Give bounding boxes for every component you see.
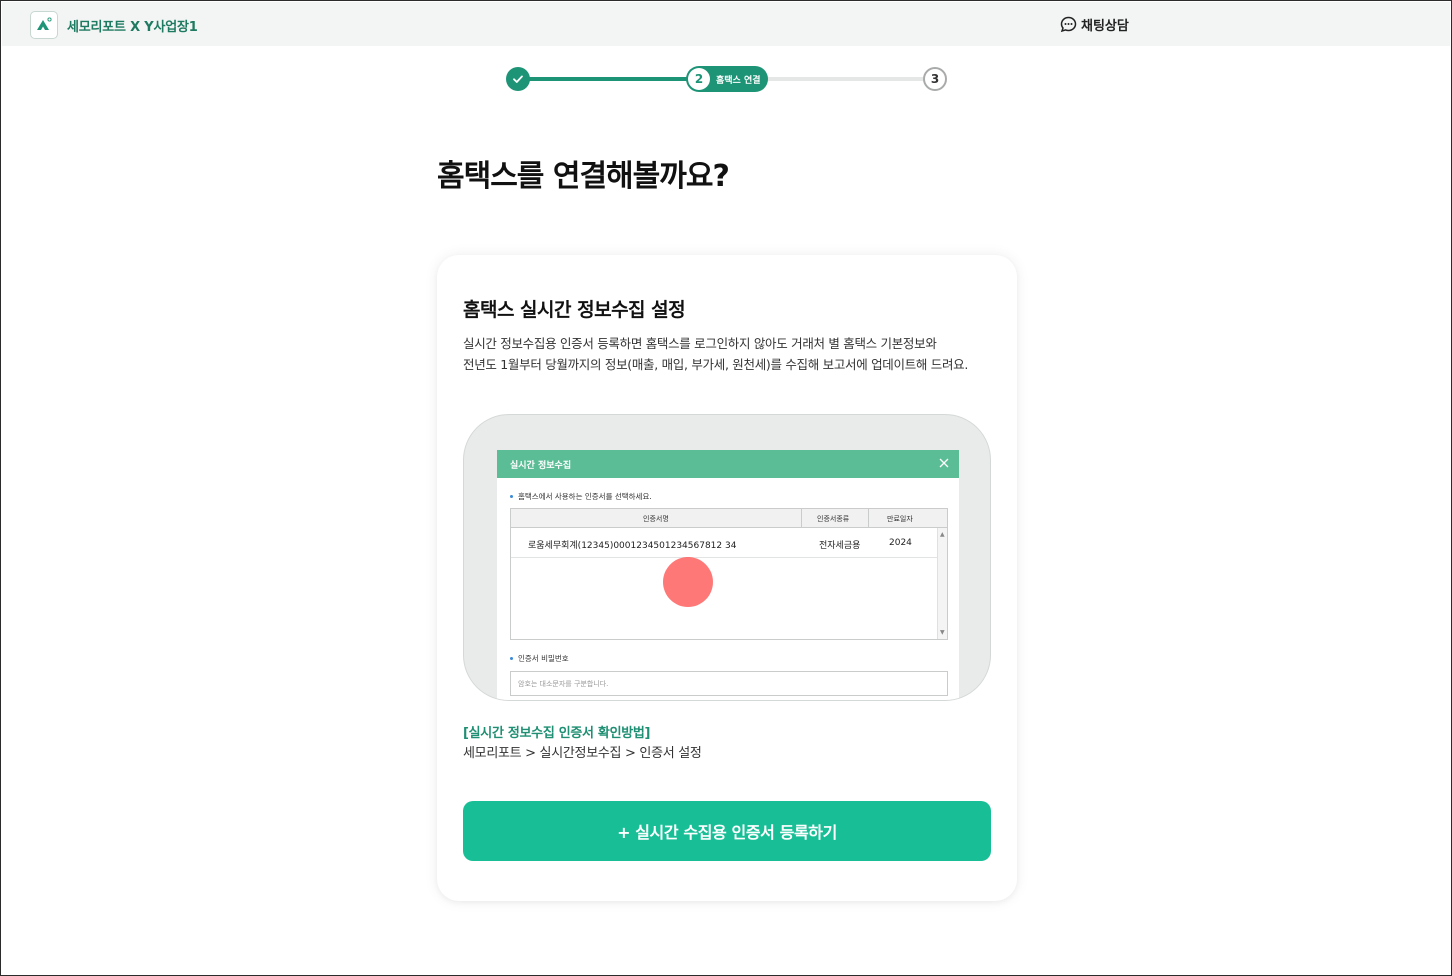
preview-dialog-title: 실시간 정보수집 — [510, 460, 572, 471]
step-1-completed — [506, 67, 530, 91]
hometax-setup-card: 홈택스 실시간 정보수집 설정 실시간 정보수집용 인증서 등록하면 홈택스를 … — [437, 255, 1017, 901]
step-2-active: 2 홈택스 연결 — [686, 66, 768, 92]
description-line-1: 실시간 정보수집용 인증서 등록하면 홈택스를 로그인하지 않아도 거래처 별 … — [463, 336, 937, 351]
brand-name: 세모리포트 X Y사업장1 — [67, 19, 198, 35]
preview-certificate-table: 인증서명 인증서종류 만료일자 로움세무회계(12345)00012345012… — [510, 508, 948, 640]
bullet-dot-icon — [510, 495, 513, 498]
description-line-2: 전년도 1월부터 당월까지의 정보(매출, 매입, 부가세, 원천세)를 수집해… — [463, 357, 969, 372]
brand[interactable]: 세모리포트 X Y사업장1 — [30, 11, 198, 39]
preview-select-label-text: 홈택스에서 사용하는 인증서를 선택하세요. — [518, 492, 652, 501]
bullet-dot-icon — [510, 657, 513, 660]
page-title: 홈택스를 연결해볼까요? — [437, 159, 730, 194]
scroll-up-icon: ▲ — [940, 531, 945, 538]
column-divider — [868, 509, 869, 528]
preview-dialog-header: 실시간 정보수집 — [497, 450, 959, 478]
step-2-label: 홈택스 연결 — [716, 75, 761, 86]
chat-consult-button[interactable]: 채팅상담 — [1060, 15, 1129, 34]
preview-password-label-text: 인증서 비밀번호 — [518, 654, 569, 663]
brand-logo-icon — [30, 11, 58, 39]
card-title: 홈택스 실시간 정보수집 설정 — [463, 299, 686, 321]
tap-highlight-marker — [663, 557, 713, 607]
table-row: 로움세무회계(12345)0001234501234567812 34 전자세금… — [511, 528, 947, 558]
top-header: 세모리포트 X Y사업장1 채팅상담 — [2, 2, 1450, 46]
preview-dialog: 실시간 정보수집 홈택스에서 사용하는 인증서를 선택하세요. 인증서명 인증서… — [497, 450, 959, 700]
cert-expiry-cell: 2024 — [889, 538, 912, 548]
register-certificate-button[interactable]: + 실시간 수집용 인증서 등록하기 — [463, 801, 991, 861]
preview-scrollbar: ▲ ▼ — [937, 528, 947, 639]
preview-password-input: 암호는 대소문자를 구분합니다. — [510, 671, 948, 696]
column-cert-name: 인증서명 — [643, 515, 669, 523]
card-description: 실시간 정보수집용 인증서 등록하면 홈택스를 로그인하지 않아도 거래처 별 … — [463, 333, 1003, 375]
chat-bubble-icon — [1060, 16, 1077, 33]
preview-select-label: 홈택스에서 사용하는 인증서를 선택하세요. — [510, 491, 652, 502]
stepper-line-completed — [526, 77, 701, 81]
step-2-number: 2 — [688, 68, 710, 90]
preview-password-label: 인증서 비밀번호 — [510, 653, 569, 664]
chat-consult-label: 채팅상담 — [1081, 19, 1129, 34]
scroll-down-icon: ▼ — [940, 629, 945, 636]
stepper-line-pending — [756, 77, 931, 81]
cert-name-cell: 로움세무회계(12345)0001234501234567812 34 — [528, 541, 737, 551]
certificate-preview-image: 실시간 정보수집 홈택스에서 사용하는 인증서를 선택하세요. 인증서명 인증서… — [463, 414, 991, 701]
certificate-guide-link[interactable]: [실시간 정보수집 인증서 확인방법] — [463, 722, 651, 741]
close-icon — [939, 458, 949, 468]
check-icon — [513, 75, 523, 83]
step-3-pending: 3 — [923, 67, 947, 91]
column-cert-type: 인증서종류 — [817, 515, 850, 523]
cert-type-cell: 전자세금용 — [819, 541, 861, 551]
certificate-guide-path: 세모리포트 > 실시간정보수집 > 인증서 설정 — [463, 746, 702, 761]
column-expiry: 만료일자 — [887, 515, 913, 523]
column-divider — [801, 509, 802, 528]
progress-stepper: 2 홈택스 연결 3 — [506, 65, 947, 93]
preview-table-header: 인증서명 인증서종류 만료일자 — [511, 509, 947, 528]
